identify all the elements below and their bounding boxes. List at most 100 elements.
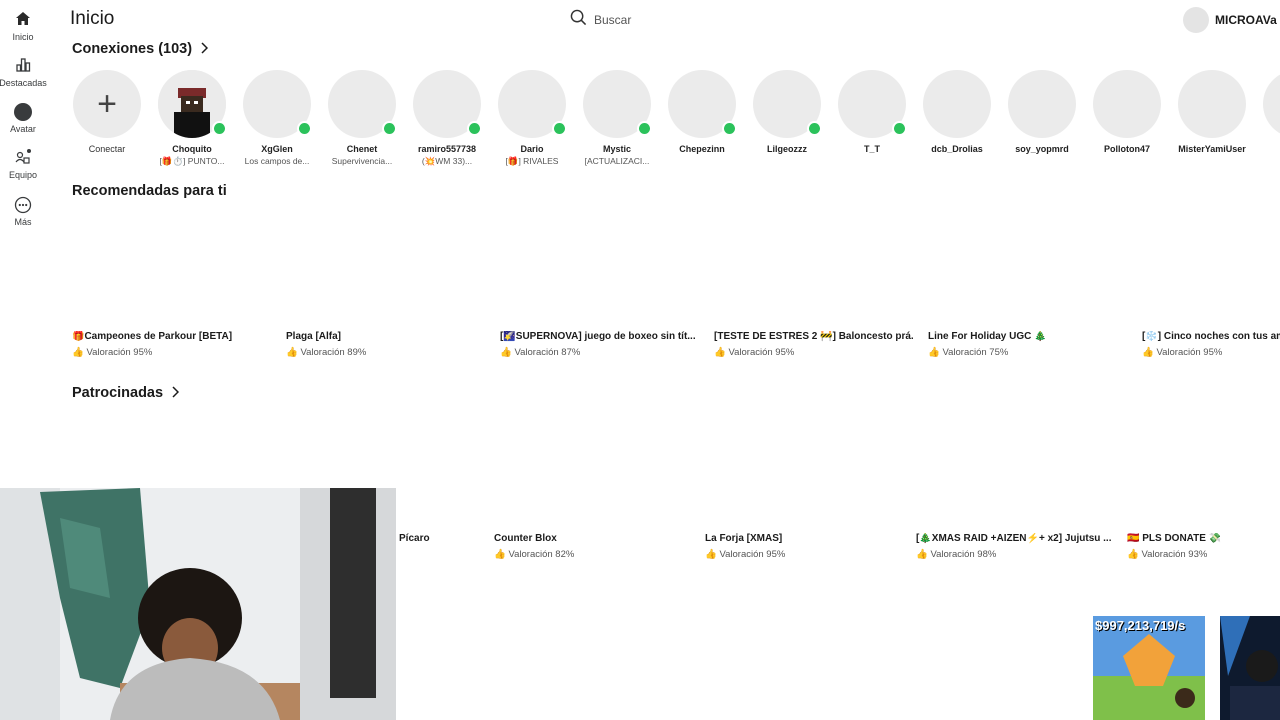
game-title: [❄️] Cinco noches con tus am	[1142, 331, 1280, 342]
connection-item[interactable]: Chenet Supervivencia...	[327, 70, 397, 166]
rating-text: Valoración 98%	[930, 549, 997, 560]
connection-item[interactable]: Mystic [ACTUALIZACI...	[582, 70, 652, 166]
game-title: 🎁Campeones de Parkour [BETA]	[72, 331, 233, 342]
game-thumbnail[interactable]: $997,213,719/s	[1093, 616, 1205, 720]
thumbs-up-icon: 👍	[1127, 549, 1139, 560]
connection-item[interactable]: Polloton47	[1092, 70, 1162, 154]
webcam-overlay	[0, 488, 396, 720]
connection-avatar	[923, 70, 991, 138]
connection-name: Chenet	[346, 144, 378, 154]
online-indicator	[637, 121, 652, 136]
game-card[interactable]: Plaga [Alfa] 👍 Valoración 89%	[286, 331, 486, 358]
sidebar-item-destacadas[interactable]: Destacadas	[0, 56, 47, 88]
sidebar-item-mas[interactable]: Más	[0, 195, 46, 227]
connection-item[interactable]: dcb_Drolias	[922, 70, 992, 154]
rating-text: Valoración 89%	[300, 347, 367, 358]
game-card[interactable]: Counter Blox 👍 Valoración 82%	[494, 533, 694, 560]
game-rating: 👍 Valoración 95%	[714, 347, 914, 358]
plus-icon: +	[97, 85, 117, 123]
sidebar-item-label: Inicio	[12, 32, 34, 42]
connection-item[interactable]: XgGlen Los campos de...	[242, 70, 312, 166]
connections-row: + Conectar Choquito [🎁⏱️] PUNTO... XgGle…	[72, 70, 1280, 180]
user-menu[interactable]: MICROAVa	[1183, 7, 1277, 33]
connection-avatar	[413, 70, 482, 138]
connection-item[interactable]: Choquito [🎁⏱️] PUNTO...	[157, 70, 227, 167]
connection-avatar	[753, 70, 822, 138]
thumbs-up-icon: 👍	[916, 549, 928, 560]
connection-item[interactable]: MisterYamiUser	[1177, 70, 1247, 154]
connection-avatar	[1008, 70, 1076, 138]
sidebar-item-label: Avatar	[10, 124, 36, 134]
connections-header[interactable]: Conexiones (103)	[72, 41, 209, 57]
webcam-image	[0, 488, 396, 720]
connect-button[interactable]: + Conectar	[72, 70, 142, 154]
game-card[interactable]: [TESTE DE ESTRÉS 2 🚧] Baloncesto prá... …	[714, 331, 914, 358]
sidebar-item-inicio[interactable]: Inicio	[0, 10, 46, 42]
username: MICROAVa	[1215, 13, 1277, 27]
chevron-right-icon	[200, 41, 209, 57]
bar-chart-icon	[0, 56, 46, 78]
game-rating: 👍 Valoración 95%	[1142, 347, 1280, 358]
thumbs-up-icon: 👍	[494, 549, 506, 560]
recommended-title: Recomendadas para ti	[72, 183, 227, 199]
more-icon	[0, 195, 46, 217]
game-title: [🌠SUPERNOVA] juego de boxeo sin tít...	[500, 331, 696, 342]
online-indicator	[892, 121, 907, 136]
connection-name: T_T	[863, 144, 880, 154]
game-thumbnail[interactable]	[1220, 616, 1280, 720]
connect-circle: +	[73, 70, 141, 138]
connection-name: XgGlen	[261, 144, 293, 154]
connection-item[interactable]: soy_yopmrd	[1007, 70, 1077, 154]
connection-name: Conectar	[88, 144, 126, 154]
game-rating: 👍 Valoración 87%	[500, 347, 700, 358]
game-card[interactable]: 🎁Campeones de Parkour [BETA] 👍 Valoració…	[72, 331, 272, 358]
game-card[interactable]: [🌠SUPERNOVA] juego de boxeo sin tít... 👍…	[500, 331, 700, 358]
thumbs-up-icon: 👍	[705, 549, 717, 560]
online-indicator	[212, 121, 227, 136]
game-card[interactable]: [🎄XMAS RAID +AIZEN⚡+ x2] Jujutsu ... 👍 V…	[916, 533, 1116, 560]
game-card[interactable]: [❄️] Cinco noches con tus am 👍 Valoració…	[1142, 331, 1280, 358]
thumbs-up-icon: 👍	[72, 347, 84, 358]
connection-name: Chepezinn	[679, 144, 725, 154]
game-card[interactable]: 🇪🇸 PLS DONATE 💸 👍 Valoración 93%	[1127, 533, 1277, 560]
online-indicator	[467, 121, 482, 136]
game-rating: 👍 Valoración 75%	[928, 347, 1128, 358]
connection-item[interactable]: Lilgeozzz	[752, 70, 822, 154]
connection-item[interactable]: ramiro557738 (💥WM 33)...	[412, 70, 482, 167]
online-indicator	[382, 121, 397, 136]
connection-name: Mystic	[602, 144, 631, 154]
connection-item[interactable]: Dario [🎁] RIVALES	[497, 70, 567, 167]
connection-status: Supervivencia...	[331, 156, 393, 166]
connection-status: [🎁⏱️] PUNTO...	[159, 156, 225, 166]
connection-avatar	[158, 70, 227, 138]
sponsored-title: Patrocinadas	[72, 385, 164, 401]
connection-item[interactable]: de	[1262, 70, 1280, 154]
connection-status: (💥WM 33)...	[421, 156, 473, 166]
connection-status: [ACTUALIZACI...	[584, 156, 650, 166]
sponsored-header[interactable]: Patrocinadas	[72, 385, 180, 401]
connection-name: Lilgeozzz	[767, 144, 807, 154]
connection-item[interactable]: Chepezinn	[667, 70, 737, 154]
search-bar[interactable]: Buscar	[570, 9, 632, 30]
connection-item[interactable]: T_T	[837, 70, 907, 154]
game-rating: 👍 Valoración 82%	[494, 549, 694, 560]
connection-name: Choquito	[172, 144, 212, 154]
rating-text: Valoración 75%	[942, 347, 1009, 358]
game-card[interactable]: Line For Holiday UGC 🎄 👍 Valoración 75%	[928, 331, 1128, 358]
game-rating: 👍 Valoración 95%	[72, 347, 272, 358]
sidebar-item-avatar[interactable]: Avatar	[0, 102, 46, 134]
game-card[interactable]: Pícaro	[399, 533, 489, 544]
rating-text: Valoración 95%	[728, 347, 795, 358]
rating-text: Valoración 95%	[86, 347, 153, 358]
online-indicator	[807, 121, 822, 136]
sidebar-item-equipo[interactable]: Equipo	[0, 148, 46, 180]
game-title: Counter Blox	[494, 533, 557, 544]
connection-avatar	[1178, 70, 1246, 138]
connection-avatar	[243, 70, 312, 138]
game-card[interactable]: La Forja [XMAS] 👍 Valoración 95%	[705, 533, 905, 560]
thumbs-up-icon: 👍	[286, 347, 298, 358]
search-placeholder: Buscar	[594, 13, 632, 27]
sidebar-item-label: Destacadas	[0, 78, 47, 88]
thumbnail-art	[1220, 616, 1280, 720]
connection-avatar	[668, 70, 737, 138]
